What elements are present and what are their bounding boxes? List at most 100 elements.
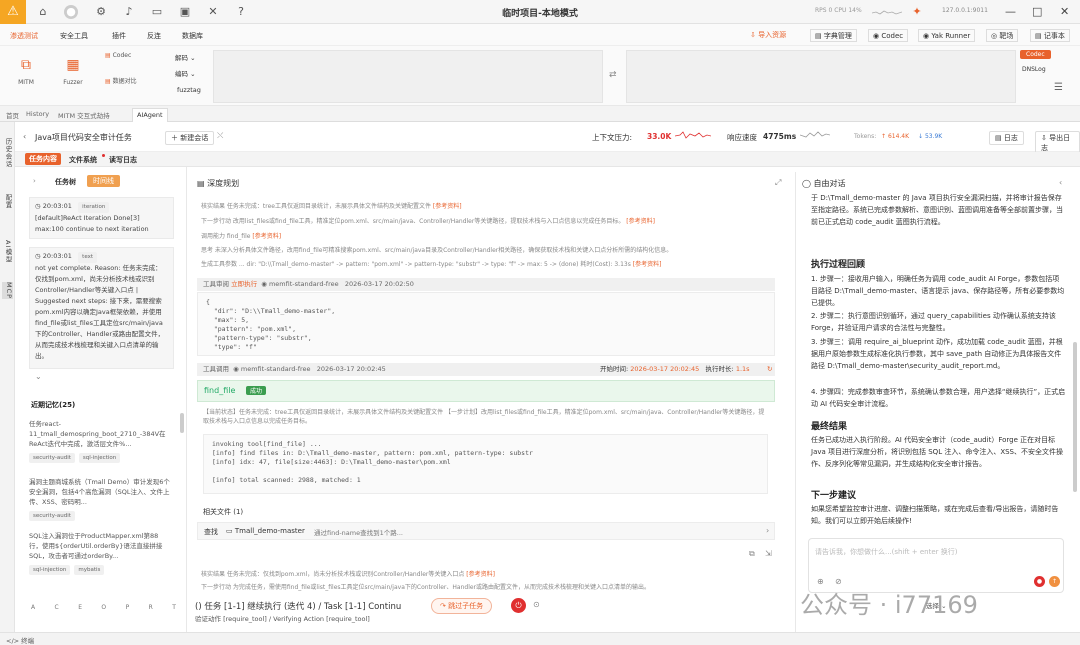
back-icon[interactable]: ‹: [23, 132, 26, 141]
fullscreen-icon[interactable]: ⤢: [775, 178, 781, 188]
menu-bar: 渗透测试 安全工具 插件 反连 数据库 ⇩ 导入资源 ▤ 字典管理 ◉ Code…: [0, 24, 1080, 46]
yak-runner-button[interactable]: ◉ Yak Runner: [918, 29, 976, 42]
rail-mcp[interactable]: MCP: [2, 282, 13, 300]
codec-tool[interactable]: ▤ Codec: [105, 52, 155, 59]
step-4: 4. 步骤四：完成参数审查环节，系统确认参数合理，用户选择“继续执行”，正式启动…: [811, 388, 1066, 408]
page-tab-bar: 首页 History MITM 交互式劫持 AIAgent: [0, 106, 1080, 122]
mitm-tool[interactable]: ⧉ MITM: [12, 54, 40, 86]
memory-item-2[interactable]: 漏洞主题商城系统（Tmall Demo）审计发现6个安全漏洞，包括4个高危漏洞（…: [29, 477, 171, 521]
speed-sparkline: [799, 130, 831, 142]
record-icon[interactable]: ●: [1034, 576, 1045, 587]
content-subtabs: 任务内容 文件系统 读写日志: [15, 152, 1080, 167]
rail-history-sessions[interactable]: 历史会话: [2, 138, 13, 168]
menu-plugins[interactable]: 插件: [112, 31, 126, 41]
file-action: 查找: [204, 528, 218, 536]
tab-history[interactable]: History: [26, 110, 49, 118]
tokens-label: Tokens:: [854, 133, 877, 140]
next-action: 下一步行动 改用list_files或find_file工具，精准定位pom.x…: [201, 218, 655, 225]
target-icon[interactable]: ⊙: [533, 600, 540, 609]
stop-icon[interactable]: ⏻: [511, 598, 526, 613]
rail-ai-model[interactable]: AI模型: [2, 240, 13, 263]
cpu-sparkline: [871, 8, 903, 16]
skip-subtask-button[interactable]: ↷ 跳过子任务: [431, 598, 493, 614]
chevron-right-icon[interactable]: ›: [766, 526, 769, 535]
codec-output-box[interactable]: [626, 50, 1016, 103]
pin-icon[interactable]: ⤬: [217, 131, 223, 141]
tool-output-log: invoking tool[find_file] ... [info] find…: [203, 434, 768, 494]
log-item-text: ◷ 20:03:01 text not yet complete. Reason…: [29, 247, 174, 369]
rail-config[interactable]: 配置: [2, 194, 13, 209]
plugin-icon[interactable]: ✦: [910, 5, 924, 19]
model-icon: ◉: [261, 280, 267, 288]
step-3: 3. 步骤三：调用 require_ai_blueprint 动作，成功加载 c…: [811, 338, 1063, 370]
menu-database[interactable]: 数据库: [182, 31, 203, 41]
speed-value: 4775ms: [763, 132, 797, 141]
subtab-filesystem[interactable]: 文件系统: [69, 155, 97, 165]
codec-input-box[interactable]: [213, 50, 603, 103]
chat-icon: ◯: [802, 179, 811, 188]
menu-reverse[interactable]: 反连: [147, 31, 161, 41]
codec-badge[interactable]: Codec: [1020, 50, 1051, 59]
switch-task-tree[interactable]: 任务树: [55, 177, 76, 187]
log-button[interactable]: ▤ 日志: [989, 131, 1024, 145]
expand-down-icon[interactable]: ⌄: [35, 372, 42, 381]
watermark: 公众号 · i77169: [800, 591, 978, 619]
fuzztag-button[interactable]: fuzztag: [177, 86, 201, 94]
copy-icon[interactable]: ⧉: [749, 549, 755, 559]
menu-pentest[interactable]: 渗透测试: [10, 31, 38, 41]
new-session-button[interactable]: ＋ 新建会话: [165, 131, 215, 145]
chat-scrollbar[interactable]: [1073, 342, 1077, 492]
compare-tool[interactable]: ▤ 数据对比: [105, 76, 160, 85]
fuzzer-icon: ▦: [66, 57, 80, 73]
speed-label: 响应速度: [727, 133, 757, 142]
close-icon[interactable]: ✕: [1060, 5, 1069, 18]
related-file-row[interactable]: 查找 ▭ Tmall_demo-master 通过find-name查找到1个路…: [197, 522, 775, 540]
share-icon[interactable]: ⇲: [765, 549, 772, 558]
terminal-toggle[interactable]: </> 终端: [6, 635, 34, 645]
memory-item-3[interactable]: SQL注入漏洞位于ProductMapper.xml第88行，使用${order…: [29, 531, 171, 575]
layers-icon: ▤: [197, 179, 205, 188]
clock-icon: ◷: [35, 252, 41, 260]
dnslog-badge[interactable]: DNSLog: [1022, 66, 1046, 73]
advice-text: 如果您希望监控审计进度、调整扫描策略，或在完成后查看/导出报告，请随时告知。我们…: [811, 505, 1059, 525]
call-capability: 调用能力 find_file [参考资料]: [201, 233, 282, 240]
notepad-button[interactable]: ▤ 记事本: [1030, 29, 1070, 42]
memory-item-1[interactable]: 任务react-11_tmall_demospring_boot_2710_-3…: [29, 419, 171, 463]
send-icon[interactable]: ↑: [1049, 576, 1060, 587]
maximize-icon[interactable]: □: [1032, 5, 1042, 18]
dictionary-button[interactable]: ▤ 字典管理: [810, 29, 857, 42]
tool-name: find_file: [204, 386, 236, 395]
menu-security-tools[interactable]: 安全工具: [60, 31, 88, 41]
encode-dropdown[interactable]: 编码 ⌄: [175, 68, 196, 78]
file-name: ▭ Tmall_demo-master: [226, 527, 305, 535]
refresh-icon[interactable]: ↻: [767, 363, 772, 376]
subtab-rw-log[interactable]: 读写日志: [109, 155, 137, 165]
memory-letter-bar: ACEOPRT: [31, 603, 176, 611]
range-button[interactable]: ◎ 靶场: [986, 29, 1019, 42]
codec-icon: ▤: [105, 52, 111, 59]
switch-timeline[interactable]: 时间线: [87, 175, 120, 187]
subtab-task-content[interactable]: 任务内容: [25, 153, 61, 165]
bottom-next: 下一步行动 为完成任务，需使用find_file或list_files工具定位s…: [201, 584, 651, 591]
list-icon[interactable]: ☰: [1054, 82, 1063, 93]
decode-dropdown[interactable]: 解码 ⌄: [175, 52, 196, 62]
import-resource-button[interactable]: ⇩ 导入资源: [750, 29, 786, 42]
chat-intro: 于 D:\Tmall_demo-master 的 Java 项目执行安全漏洞扫描…: [811, 194, 1063, 226]
timeline-panel: › 任务树 时间线 ◷ 20:03:01 iteration [default]…: [23, 167, 187, 632]
collapse-right-icon[interactable]: ‹: [1059, 178, 1062, 187]
memory-scrollbar[interactable]: [180, 413, 184, 433]
minimize-icon[interactable]: —: [1005, 5, 1016, 18]
swap-icon[interactable]: ⇄: [609, 70, 617, 80]
tab-aiagent[interactable]: AIAgent: [132, 108, 168, 122]
step-2: 2. 步骤二：执行意图识别循环，通过 query_capabilities 动作…: [811, 312, 1056, 332]
advice-heading: 下一步建议: [811, 491, 857, 501]
fuzzer-tool[interactable]: ▦ Fuzzer: [58, 54, 88, 86]
tokens-up: ↑ 614.4K: [881, 133, 910, 140]
codec-button[interactable]: ◉ Codec: [868, 29, 909, 42]
filesystem-dot: [102, 154, 105, 157]
clock-icon: ◷: [35, 202, 41, 210]
collapse-icon[interactable]: ›: [33, 177, 36, 185]
task-title: Java项目代码安全审计任务: [35, 133, 132, 142]
tab-home[interactable]: 首页: [6, 110, 19, 120]
tab-mitm[interactable]: MITM 交互式劫持: [58, 110, 110, 120]
